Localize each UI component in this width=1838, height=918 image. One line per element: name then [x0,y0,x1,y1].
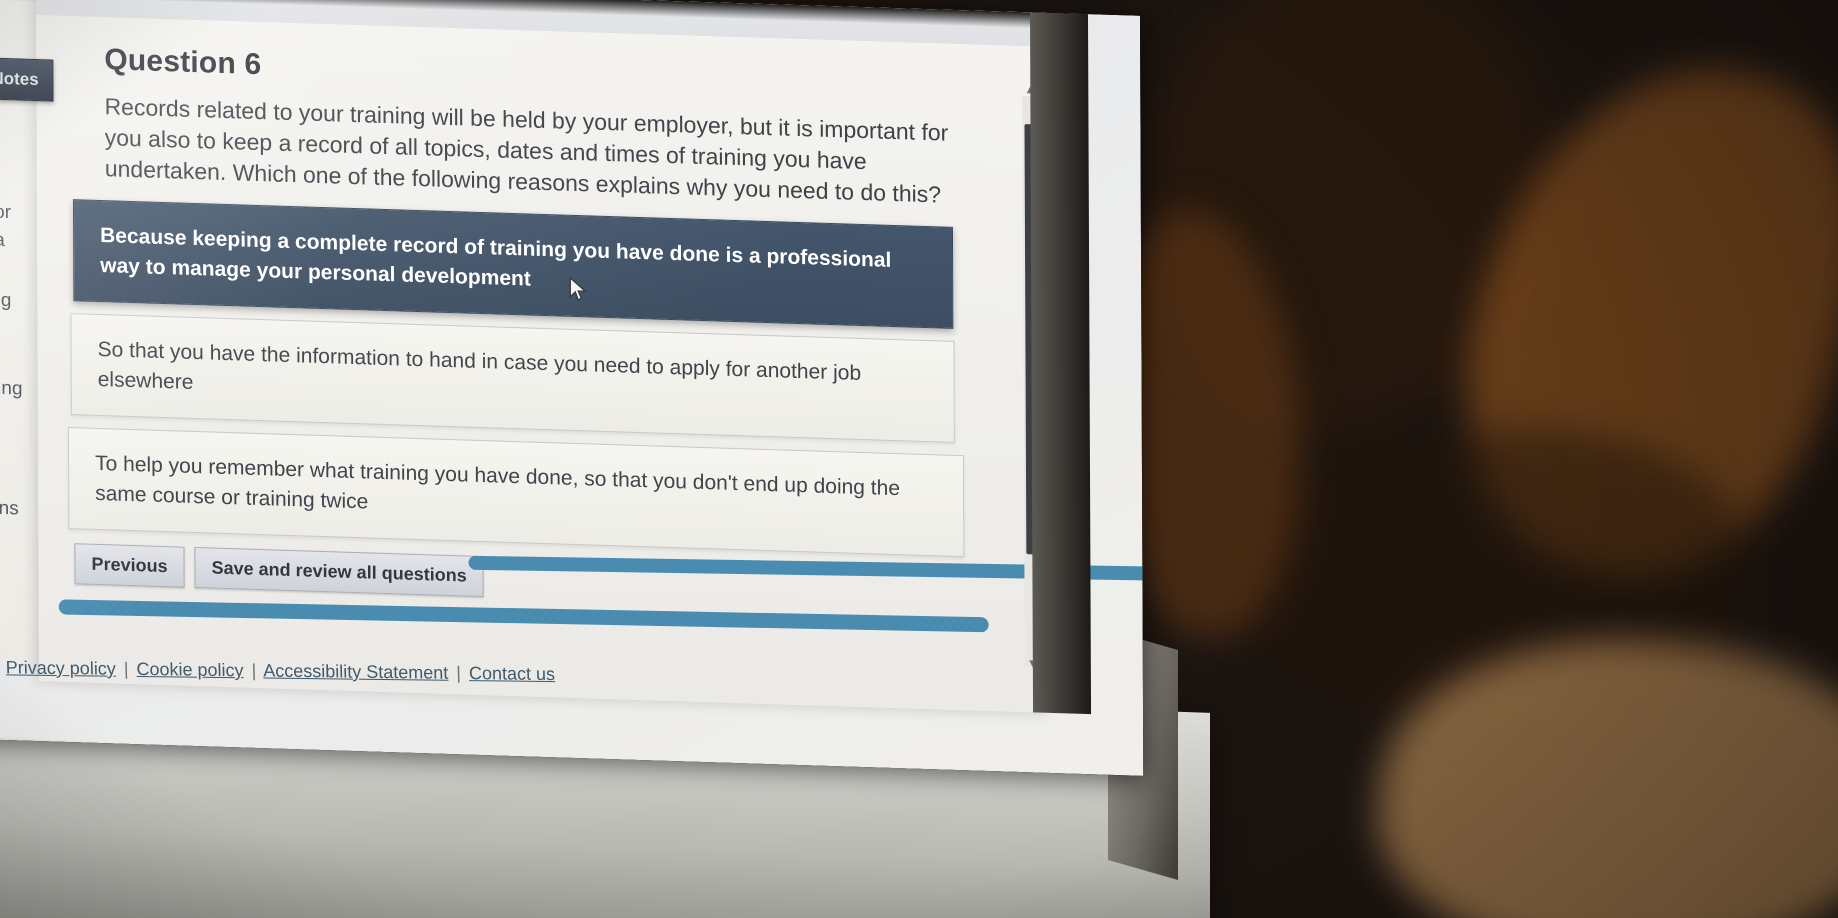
previous-button[interactable]: Previous [74,543,185,588]
laptop-screen: ect your entia or is area earning r trai… [0,0,1144,776]
answer-option-2[interactable]: So that you have the information to hand… [70,313,955,443]
background-window-line: r training [0,376,23,400]
background-window-line: explains [0,496,19,520]
answer-option-3[interactable]: To help you remember what training you h… [67,427,965,558]
screen-right-bezel [1029,12,1092,715]
background-window-line: entia or [0,200,12,224]
quiz-window: Question 6 Records related to your train… [35,0,1144,713]
background-window-line: earning [0,288,12,312]
cookie-policy-link[interactable]: Cookie policy [136,659,244,680]
answer-option-label: To help you remember what training you h… [95,451,901,514]
answer-options: Because keeping a complete record of tra… [67,199,1018,559]
answer-option-1[interactable]: Because keeping a complete record of tra… [72,199,954,329]
footer-separator: | [251,660,257,681]
background-window-line: is area [0,228,5,252]
screenshot-stage: ect your entia or is area earning r trai… [0,0,1838,918]
contact-us-link[interactable]: Contact us [469,663,555,684]
privacy-policy-link[interactable]: Privacy policy [6,657,116,678]
footer-separator: | [123,658,129,679]
save-and-review-button[interactable]: Save and review all questions [194,547,484,598]
footer-separator: | [0,657,1,677]
footer-separator: | [456,662,462,683]
accessibility-statement-link[interactable]: Accessibility Statement [263,661,448,683]
answer-option-label: Because keeping a complete record of tra… [100,224,892,291]
quiz-content: Question 6 Records related to your train… [36,15,1144,713]
answer-option-label: So that you have the information to hand… [97,337,862,394]
question-text: Records related to your training will be… [104,93,949,208]
notes-button[interactable]: Notes [0,57,54,102]
